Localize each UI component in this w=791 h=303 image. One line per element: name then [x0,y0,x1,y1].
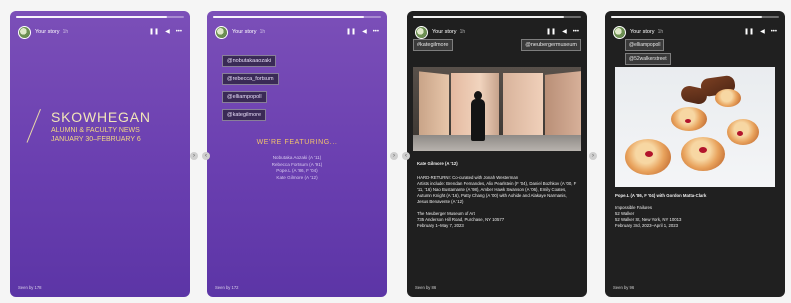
story-header: Your story 1h ❚❚ ◀ ••• [18,24,182,40]
danish-pastry [715,89,741,107]
jam-filling [699,147,707,153]
story-timestamp: 1h [657,29,664,35]
story-card-3[interactable]: Your story 1h ❚❚ ◀ ••• #kategilmore @neu… [407,11,587,297]
mention-tag[interactable]: @neubergermuseum [521,39,581,51]
avatar[interactable] [415,25,428,39]
mention-tags: @elliampopoll @52walkerstreet [625,39,671,65]
more-options-icon[interactable]: ••• [573,29,579,35]
pastry-photo [615,67,775,187]
mention-tags: #kategilmore @neubergermuseum [413,39,581,51]
featured-artist: Kate Gilmore (A '12) [276,174,318,180]
next-story-arrow[interactable]: › [190,152,198,160]
gallery-floor [413,135,581,151]
mention-tag[interactable]: @nobutakaaozaki [222,55,277,67]
danish-pastry [681,137,725,171]
mute-icon[interactable]: ◀ [362,29,367,35]
mute-icon[interactable]: ◀ [562,29,567,35]
seen-by-count[interactable]: Seen by 172 [215,285,239,290]
story-progress-bar [413,16,581,18]
more-options-icon[interactable]: ••• [176,29,182,35]
story-dates: JANUARY 30–FEBRUARY 6 [51,136,141,143]
pause-icon[interactable]: ❚❚ [546,29,556,35]
mute-icon[interactable]: ◀ [165,29,170,35]
story-username[interactable]: Your story [630,29,655,35]
featured-list: Nobutaka Aozaki (A '11) Rebecca Fortsum … [207,155,387,181]
artists-included: Artists include: Brendan Fernandes, Alix… [417,181,577,204]
story-header: Your story 1h ❚❚ ◀ ••• [415,24,579,40]
mention-tag[interactable]: @elliampopoll [222,91,267,103]
story-header: Your story 1h ❚❚ ◀ ••• [215,24,379,40]
story-card-1[interactable]: Your story 1h ❚❚ ◀ ••• SKOWHEGAN ALUMNI … [10,11,190,297]
exhibition-dates: February 1–May 7, 2023 [417,223,464,228]
jam-filling [737,131,743,136]
featured-artist: Nobutaka Aozaki (A '11) [272,155,322,160]
danish-pastry [727,119,759,145]
featured-artist: Rebecca Fortsum (A '91) [271,161,323,167]
story-card-4[interactable]: Your story 1h ❚❚ ◀ ••• @elliampopoll @52… [605,11,785,297]
story-timestamp: 1h [259,29,266,35]
story-username[interactable]: Your story [232,29,257,35]
story-card-2[interactable]: Your story 1h ❚❚ ◀ ••• @nobutakaaozaki @… [207,11,387,297]
jam-filling [685,119,691,123]
featured-artist: Pope.L (A '86, F '04) [276,168,318,174]
projection-panel [545,71,581,139]
visitor-silhouette [471,91,485,143]
story-timestamp: 1h [62,29,69,35]
seen-by-count[interactable]: Seen by 96 [613,285,634,290]
avatar[interactable] [613,25,626,39]
jam-filling [645,151,653,157]
more-options-icon[interactable]: ••• [771,29,777,35]
mention-tag[interactable]: @rebecca_fortsum [222,73,279,85]
story-progress-fill [213,16,365,18]
story-progress-fill [611,16,763,18]
story-title-block: SKOWHEGAN ALUMNI & FACULTY NEWS JANUARY … [26,109,180,143]
story-progress-fill [413,16,565,18]
story-timestamp: 1h [459,29,466,35]
more-options-icon[interactable]: ••• [373,29,379,35]
danish-pastry [625,139,671,175]
story-header: Your story 1h ❚❚ ◀ ••• [613,24,777,40]
prev-story-arrow[interactable]: ‹ [402,152,410,160]
pause-icon[interactable]: ❚❚ [149,29,159,35]
next-story-arrow[interactable]: › [390,152,398,160]
story-subtitle: ALUMNI & FACULTY NEWS [51,127,140,134]
artist-name: Pope.L (A '86, F '04) with Gordon Matta-… [615,193,707,198]
seen-by-count[interactable]: Seen by 178 [18,285,42,290]
exhibition-photo [413,67,581,151]
mention-tag[interactable]: @elliampopoll [625,39,665,51]
story-progress-bar [213,16,381,18]
story-username[interactable]: Your story [432,29,457,35]
story-username[interactable]: Your story [35,29,60,35]
pause-icon[interactable]: ❚❚ [346,29,356,35]
story-progress-bar [611,16,779,18]
mention-tag[interactable]: @52walkerstreet [625,53,671,65]
story-progress-fill [16,16,168,18]
story-caption: Kate Gilmore (A '12) HARD-RETURN!: Co-cu… [417,161,577,229]
next-story-arrow[interactable]: › [589,152,597,160]
avatar[interactable] [215,25,228,39]
pause-icon[interactable]: ❚❚ [744,29,754,35]
mute-icon[interactable]: ◀ [760,29,765,35]
slash-decoration [26,109,41,143]
mention-tags: @nobutakaaozaki @rebecca_fortsum @elliam… [222,55,279,121]
avatar[interactable] [18,25,31,39]
prev-story-arrow[interactable]: ‹ [202,152,210,160]
story-caption: Pope.L (A '86, F '04) with Gordon Matta-… [615,193,775,229]
story-title: SKOWHEGAN [51,109,151,125]
featuring-heading: WE'RE FEATURING... [256,139,338,146]
story-progress-bar [16,16,184,18]
mention-tag[interactable]: @kategilmore [222,109,267,121]
projection-panel [419,71,449,139]
hashtag-tag[interactable]: #kategilmore [413,39,453,51]
artist-name: Kate Gilmore (A '12) [417,161,458,166]
projection-panel [503,73,543,137]
seen-by-count[interactable]: Seen by 86 [415,285,436,290]
exhibition-dates: February 3rd, 2023–April 1, 2023 [615,223,679,228]
